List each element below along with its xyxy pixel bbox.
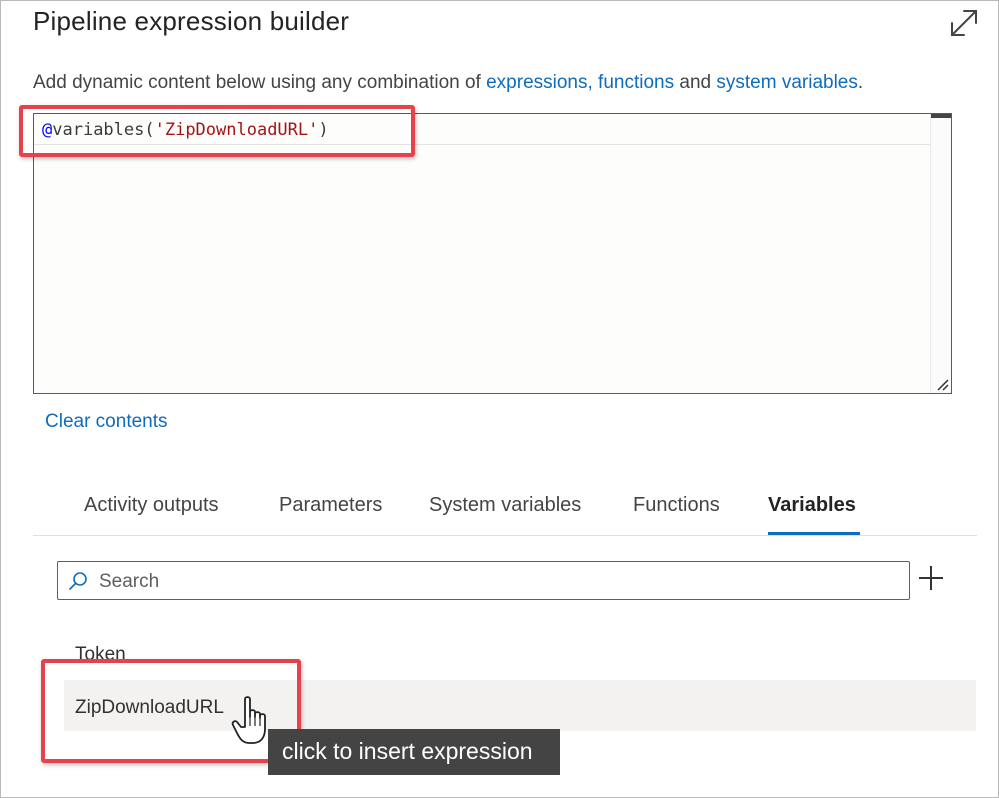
code-function: variables( <box>52 120 155 140</box>
description-text: Add dynamic content below using any comb… <box>33 72 863 94</box>
description-suffix: . <box>857 72 864 93</box>
description-middle: and <box>674 72 717 93</box>
dialog-title: Pipeline expression builder <box>33 6 350 36</box>
clear-contents-link[interactable]: Clear contents <box>45 411 168 433</box>
tab-variables[interactable]: Variables <box>768 494 856 517</box>
resize-grip-icon[interactable] <box>935 377 949 391</box>
system-variables-link[interactable]: system variables <box>716 72 858 93</box>
expression-editor[interactable]: @variables('ZipDownloadURL') <box>33 113 952 394</box>
editor-scrollbar[interactable] <box>930 114 951 393</box>
hand-pointer-icon <box>231 696 266 744</box>
tab-parameters[interactable]: Parameters <box>279 494 382 517</box>
tab-system-variables[interactable]: System variables <box>429 494 581 517</box>
tab-bar: Activity outputs Parameters System varia… <box>33 480 977 536</box>
search-input[interactable]: Search <box>57 561 910 600</box>
insert-expression-tooltip: click to insert expression <box>268 729 560 775</box>
code-close-paren: ) <box>318 120 329 140</box>
description-prefix: Add dynamic content below using any comb… <box>33 72 487 93</box>
code-string: 'ZipDownloadURL' <box>154 120 319 140</box>
expressions-functions-link[interactable]: expressions, functions <box>486 72 674 93</box>
variable-item-zipdownloadurl[interactable]: ZipDownloadURL <box>75 697 224 719</box>
variable-item-token[interactable]: Token <box>75 644 126 666</box>
search-placeholder: Search <box>99 571 160 592</box>
tab-functions[interactable]: Functions <box>633 494 720 517</box>
expression-code[interactable]: @variables('ZipDownloadURL') <box>42 120 329 140</box>
active-tab-indicator <box>768 532 860 535</box>
search-icon <box>69 572 87 590</box>
plus-icon[interactable] <box>918 565 944 591</box>
code-at-sign: @ <box>42 120 53 140</box>
tab-activity-outputs[interactable]: Activity outputs <box>84 494 219 517</box>
scrollbar-thumb[interactable] <box>931 114 951 118</box>
expand-icon[interactable] <box>947 6 981 40</box>
